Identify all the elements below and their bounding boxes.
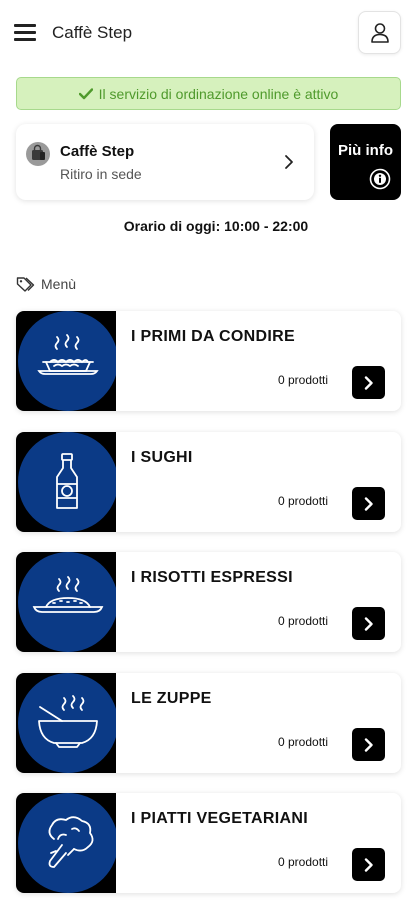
- user-account-button[interactable]: [358, 11, 401, 54]
- category-product-count: 0 prodotti: [278, 373, 329, 387]
- category-card-zuppe[interactable]: LE ZUPPE 0 prodotti: [16, 673, 401, 773]
- category-title: I SUGHI: [131, 449, 193, 466]
- top-bar: Caffè Step: [0, 0, 415, 68]
- store-name: Caffè Step: [60, 143, 135, 160]
- category-open-button[interactable]: [352, 607, 385, 640]
- category-image: [16, 552, 116, 652]
- menu-section-label: Menù: [41, 276, 77, 292]
- status-banner-text: Il servizio di ordinazione online è atti…: [98, 85, 339, 102]
- category-open-button[interactable]: [352, 848, 385, 881]
- category-product-count: 0 prodotti: [278, 614, 329, 628]
- info-icon: [369, 168, 391, 190]
- app-title: Caffè Step: [52, 23, 133, 42]
- more-info-button[interactable]: Più info: [330, 124, 401, 200]
- chevron-right-icon: [285, 155, 293, 169]
- checkmark-icon: [78, 87, 93, 99]
- category-image: [16, 673, 116, 773]
- category-title: LE ZUPPE: [131, 690, 212, 707]
- category-open-button[interactable]: [352, 487, 385, 520]
- opening-hours-today: Orario di oggi: 10:00 - 22:00: [123, 218, 309, 234]
- chevron-right-icon: [364, 857, 373, 872]
- user-icon: [370, 22, 389, 43]
- menu-hamburger-icon[interactable]: [14, 24, 36, 42]
- tags-icon: [16, 277, 35, 292]
- chevron-right-icon: [364, 375, 373, 390]
- category-card-primi[interactable]: I PRIMI DA CONDIRE 0 prodotti: [16, 311, 401, 411]
- category-card-vegetariani[interactable]: I PIATTI VEGETARIANI 0 prodotti: [16, 793, 401, 893]
- store-selector-card[interactable]: Caffè Step Ritiro in sede: [16, 124, 314, 200]
- category-title: I PIATTI VEGETARIANI: [131, 810, 308, 827]
- category-product-count: 0 prodotti: [278, 494, 329, 508]
- shopping-bag-icon: [26, 142, 50, 166]
- category-title: I PRIMI DA CONDIRE: [131, 328, 295, 345]
- category-product-count: 0 prodotti: [278, 735, 329, 749]
- menu-section-header: Menù: [16, 276, 76, 292]
- chevron-right-icon: [364, 737, 373, 752]
- category-product-count: 0 prodotti: [278, 855, 329, 869]
- chevron-right-icon: [364, 496, 373, 511]
- store-pickup-mode: Ritiro in sede: [60, 166, 142, 182]
- category-open-button[interactable]: [352, 366, 385, 399]
- category-card-risotti[interactable]: I RISOTTI ESPRESSI 0 prodotti: [16, 552, 401, 652]
- category-card-sughi[interactable]: I SUGHI 0 prodotti: [16, 432, 401, 532]
- category-image: [16, 432, 116, 532]
- category-image: [16, 793, 116, 893]
- category-open-button[interactable]: [352, 728, 385, 761]
- category-image: [16, 311, 116, 411]
- online-ordering-status-banner: Il servizio di ordinazione online è atti…: [16, 77, 401, 110]
- category-title: I RISOTTI ESPRESSI: [131, 569, 293, 586]
- more-info-label: Più info: [338, 142, 393, 159]
- chevron-right-icon: [364, 616, 373, 631]
